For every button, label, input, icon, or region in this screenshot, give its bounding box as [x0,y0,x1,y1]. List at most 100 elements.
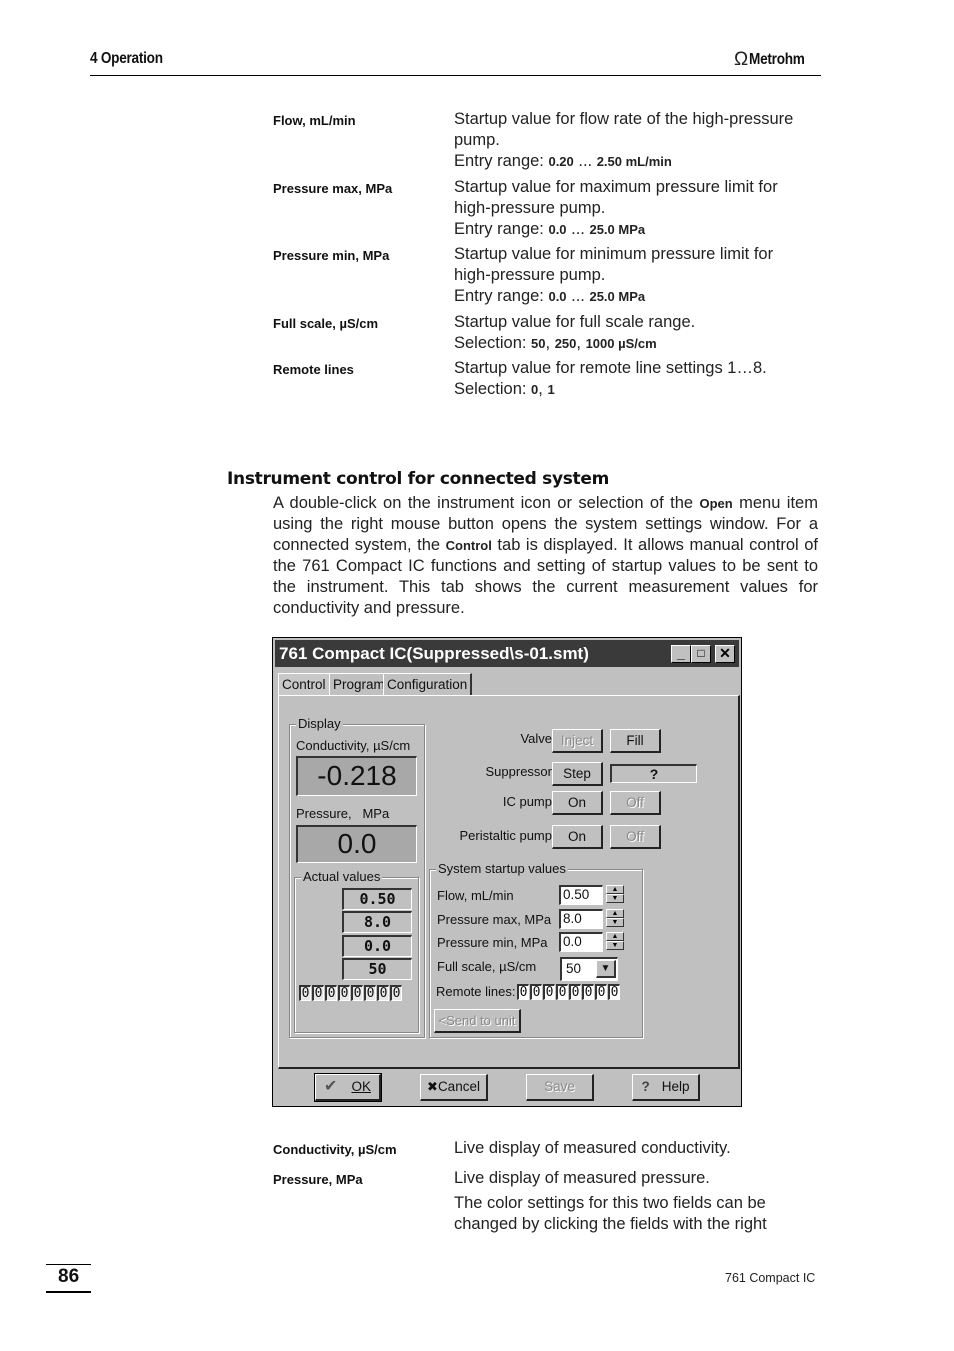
desc-line: Live display of measured pressure. [454,1169,710,1187]
tab-control[interactable]: Control [278,673,331,695]
actual-remote-bit: 0 [325,985,337,1001]
section-title: Instrument control for connected system [227,469,610,489]
maximize-button[interactable]: □ [691,645,711,663]
checkmark-icon: ✔ [324,1078,338,1095]
desc-line: high-pressure pump. [454,266,606,284]
actual-remote-bit: 0 [299,985,311,1001]
help-button[interactable]: ? Help [632,1074,700,1101]
desc-pressure-max: Startup value for maximum pressure limit… [454,177,824,240]
ok-button[interactable]: ✔ OK [314,1073,382,1102]
pmin-spinner[interactable]: ▲ ▼ [606,932,624,952]
spin-up-icon[interactable]: ▲ [606,932,624,941]
actual-remote-bit: 0 [338,985,350,1001]
desc-pressure-min: Startup value for minimum pressure limit… [454,244,824,307]
desc-range: Entry range: 0.0 ... 25.0 MPa [454,220,646,238]
remote-bit-toggle[interactable]: 0 [530,984,542,1000]
remote-bit-toggle[interactable]: 0 [517,984,529,1000]
peristaltic-pump-label: Peristaltic pump [459,828,552,843]
conductivity-label: Conductivity, µS/cm [296,738,411,753]
remote-bit-toggle[interactable]: 0 [543,984,555,1000]
startup-values-group: System startup values Flow, mL/min 0.50 … [429,861,643,1038]
minimize-icon: _ [677,645,685,661]
desc-conductivity: Live display of measured conductivity. [454,1139,731,1157]
desc-full-scale: Startup value for full scale range. Sele… [454,312,824,354]
footer-rule-bottom [46,1291,91,1293]
header-rule [90,75,821,76]
dialog-title: 761 Compact IC(Suppressed\s-01.smt) [279,644,589,663]
tab-program[interactable]: Program [329,673,390,695]
inject-button[interactable]: Inject [552,729,603,753]
tab-configuration[interactable]: Configuration [383,673,473,695]
actual-pmax-value: 8.0 [342,911,412,933]
ic-pump-off-button[interactable]: Off [610,791,661,815]
desc-line: Startup value for full scale range. [454,313,696,331]
desc-line: pump. [454,131,500,149]
remote-bit-toggle[interactable]: 0 [556,984,568,1000]
display-group: Display Conductivity, µS/cm -0.218 Press… [289,716,425,1038]
page-number: 86 [58,1266,80,1287]
pressure-display[interactable]: 0.0 [296,825,417,863]
fill-button[interactable]: Fill [610,729,661,753]
actual-values-group: Actual values 0.50 8.0 0.0 50 0 0 0 0 0 … [294,869,419,1033]
spin-up-icon[interactable]: ▲ [606,909,624,918]
desc-line: high-pressure pump. [454,199,606,217]
actual-remote-bit: 0 [351,985,363,1001]
peristaltic-on-button[interactable]: On [552,825,603,849]
cancel-button[interactable]: ✖Cancel [420,1074,488,1101]
desc-line: Startup value for remote line settings 1… [454,359,767,377]
chevron-down-icon[interactable]: ▼ [596,960,616,978]
term-remote-lines: Remote lines [273,362,354,377]
term-pressure-max: Pressure max, MPa [273,181,393,196]
pmin-input[interactable]: 0.0 [559,932,603,952]
conductivity-display[interactable]: -0.218 [296,756,417,796]
valve-label: Valve [520,731,552,746]
suppressor-status: ? [610,764,697,783]
remote-lines-toggles: 0 0 0 0 0 0 0 0 [517,984,620,1000]
desc-line: The color settings for this two fields c… [454,1194,766,1212]
actual-pmin-value: 0.0 [342,935,412,957]
remote-bit-toggle[interactable]: 0 [595,984,607,1000]
pressure-label: Pressure, MPa [296,806,390,821]
term-conductivity: Conductivity, µS/cm [273,1142,397,1157]
term-flow: Flow, mL/min [273,113,356,128]
actual-remote-bit: 0 [390,985,402,1001]
actual-values-label: Actual values [301,869,383,884]
pmax-spinner[interactable]: ▲ ▼ [606,909,624,929]
step-button[interactable]: Step [552,762,603,786]
spin-up-icon[interactable]: ▲ [606,885,624,894]
desc-line: changed by clicking the fields with the … [454,1215,767,1233]
actual-remote-lines: 0 0 0 0 0 0 0 0 [299,985,402,1001]
help-question-icon: ? [641,1079,650,1094]
fullscale-value: 50 [566,961,582,976]
system-settings-dialog: 761 Compact IC(Suppressed\s-01.smt) _ □ … [272,637,742,1107]
save-button[interactable]: Save [526,1074,594,1101]
remote-bit-toggle[interactable]: 0 [582,984,594,1000]
brand-logo: Ω Metrohm [734,50,815,69]
remote-bit-toggle[interactable]: 0 [608,984,620,1000]
brand-name: Metrohm [749,51,805,68]
peristaltic-off-button[interactable]: Off [610,825,661,849]
pmax-input[interactable]: 8.0 [559,909,603,929]
desc-pressure: Live display of measured pressure. The c… [454,1168,824,1235]
dialog-titlebar: 761 Compact IC(Suppressed\s-01.smt) _ □ … [275,640,739,667]
send-to-unit-button[interactable]: <Send to unit [434,1009,521,1033]
spin-down-icon[interactable]: ▼ [606,894,624,903]
help-label: Help [661,1079,690,1094]
term-pressure: Pressure, MPa [273,1172,363,1187]
ok-label: OK [351,1079,371,1094]
flow-spinner[interactable]: ▲ ▼ [606,885,624,905]
section-paragraph: A double-click on the instrument icon or… [273,494,818,617]
minimize-button[interactable]: _ [671,645,691,663]
footer-rule-top [46,1264,91,1265]
remote-lines-label: Remote lines: [436,984,516,999]
spin-down-icon[interactable]: ▼ [606,918,624,927]
flow-input[interactable]: 0.50 [559,885,603,905]
desc-line: Startup value for flow rate of the high-… [454,110,794,128]
close-icon: ✕ [719,645,731,661]
ic-pump-on-button[interactable]: On [552,791,603,815]
remote-bit-toggle[interactable]: 0 [569,984,581,1000]
desc-line: Startup value for maximum pressure limit… [454,178,778,196]
spin-down-icon[interactable]: ▼ [606,941,624,950]
actual-remote-bit: 0 [377,985,389,1001]
close-button[interactable]: ✕ [715,645,735,663]
